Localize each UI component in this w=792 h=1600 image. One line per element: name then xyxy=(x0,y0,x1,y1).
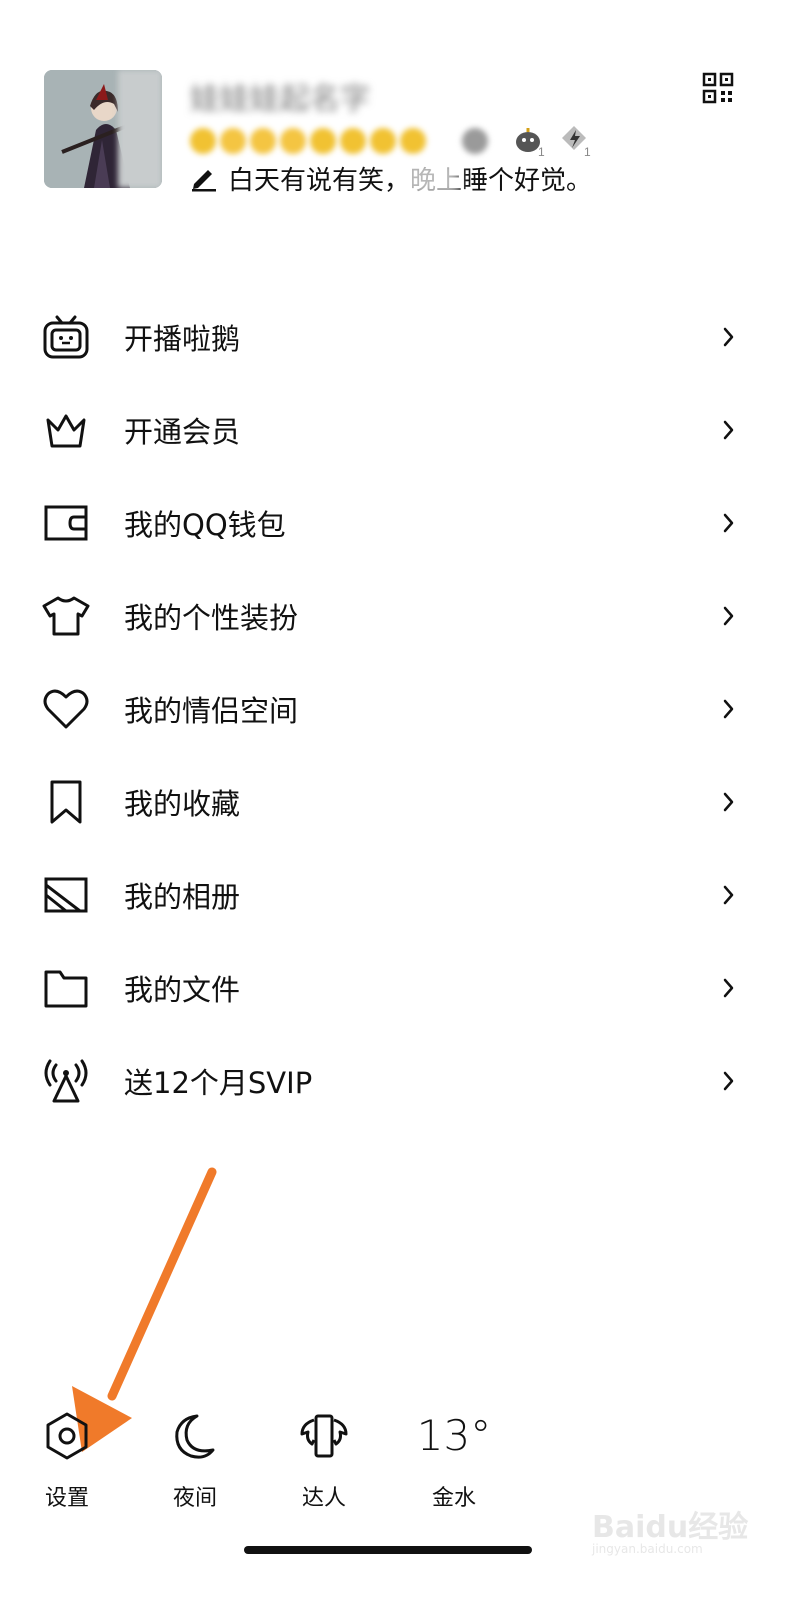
menu-item-label: 我的QQ钱包 xyxy=(124,507,286,542)
settings-label: 设置 xyxy=(44,1486,89,1511)
settings-icon xyxy=(46,1412,88,1460)
baidu-watermark: Baidu经验 jingyan.baidu.com xyxy=(592,1502,748,1562)
expert-button[interactable]: 达人 xyxy=(274,1410,374,1512)
folder-icon xyxy=(42,964,90,1012)
tv-icon xyxy=(42,313,90,361)
chevron-right-icon xyxy=(723,699,734,718)
menu-list: 开播啦鹅 开通会员 我的QQ钱包 我的个性装扮 我的情侣空间 我的收藏 我的相册… xyxy=(0,290,792,1127)
chevron-right-icon xyxy=(723,978,734,997)
chevron-right-icon xyxy=(723,885,734,904)
lightning-badge-icon: 1 xyxy=(562,126,591,158)
weather-widget[interactable]: 13° 金水 xyxy=(404,1410,504,1512)
chevron-right-icon xyxy=(723,513,734,532)
menu-item-label: 开通会员 xyxy=(124,414,241,449)
menu-item-label: 我的个性装扮 xyxy=(124,600,299,635)
settings-button[interactable]: 设置 xyxy=(17,1410,117,1512)
menu-item-label: 我的情侣空间 xyxy=(124,693,299,728)
night-label: 夜间 xyxy=(172,1486,217,1511)
menu-item-dressup[interactable]: 我的个性装扮 xyxy=(0,569,792,662)
bookmark-icon xyxy=(42,778,90,826)
chevron-right-icon xyxy=(723,327,734,346)
pencil-icon xyxy=(192,170,216,192)
svg-text:1: 1 xyxy=(538,145,545,158)
image-icon xyxy=(42,871,90,919)
watermark-url: jingyan.baidu.com xyxy=(592,1542,703,1556)
menu-item-label: 开播啦鹅 xyxy=(124,321,241,356)
robot-badge-icon: 1 xyxy=(516,128,545,158)
svg-text:1: 1 xyxy=(584,145,591,158)
menu-item-album[interactable]: 我的相册 xyxy=(0,848,792,941)
tshirt-icon xyxy=(42,592,90,640)
heart-icon xyxy=(42,685,90,733)
menu-item-favorites[interactable]: 我的收藏 xyxy=(0,755,792,848)
menu-item-label: 我的文件 xyxy=(124,972,241,1007)
winged-phone-icon xyxy=(300,1414,348,1458)
temperature: 13° xyxy=(416,1411,492,1460)
city-label: 金水 xyxy=(431,1486,476,1511)
menu-item-vip[interactable]: 开通会员 xyxy=(0,383,792,476)
menu-item-label: 我的收藏 xyxy=(124,786,241,821)
menu-item-couple[interactable]: 我的情侣空间 xyxy=(0,662,792,755)
chevron-right-icon xyxy=(723,1071,734,1090)
menu-item-files[interactable]: 我的文件 xyxy=(0,941,792,1034)
home-indicator[interactable] xyxy=(244,1546,532,1554)
moon-icon xyxy=(175,1414,215,1459)
level-badges[interactable]: 1 1 xyxy=(190,122,610,158)
menu-item-wallet[interactable]: 我的QQ钱包 xyxy=(0,476,792,569)
avatar[interactable] xyxy=(44,70,162,188)
chevron-right-icon xyxy=(723,420,734,439)
expert-label: 达人 xyxy=(301,1486,346,1511)
night-mode-button[interactable]: 夜间 xyxy=(145,1410,245,1512)
signature-row[interactable]: 白天有说有笑，晚上睡个好觉。 xyxy=(190,160,592,196)
menu-item-svip[interactable]: 送12个月SVIP xyxy=(0,1034,792,1127)
chevron-right-icon xyxy=(723,792,734,811)
menu-item-live[interactable]: 开播啦鹅 xyxy=(0,290,792,383)
profile-header: 娃娃娃起名字 1 1 xyxy=(44,70,744,200)
watermark-brand: Baidu经验 xyxy=(592,1510,749,1545)
menu-item-label: 我的相册 xyxy=(124,879,241,914)
menu-item-label: 送12个月SVIP xyxy=(124,1065,313,1100)
nickname[interactable]: 娃娃娃起名字 xyxy=(190,74,370,118)
broadcast-icon xyxy=(42,1057,90,1105)
chevron-right-icon xyxy=(723,606,734,625)
qr-code-icon[interactable] xyxy=(702,72,734,104)
crown-icon xyxy=(42,406,90,454)
wallet-icon xyxy=(42,499,90,547)
